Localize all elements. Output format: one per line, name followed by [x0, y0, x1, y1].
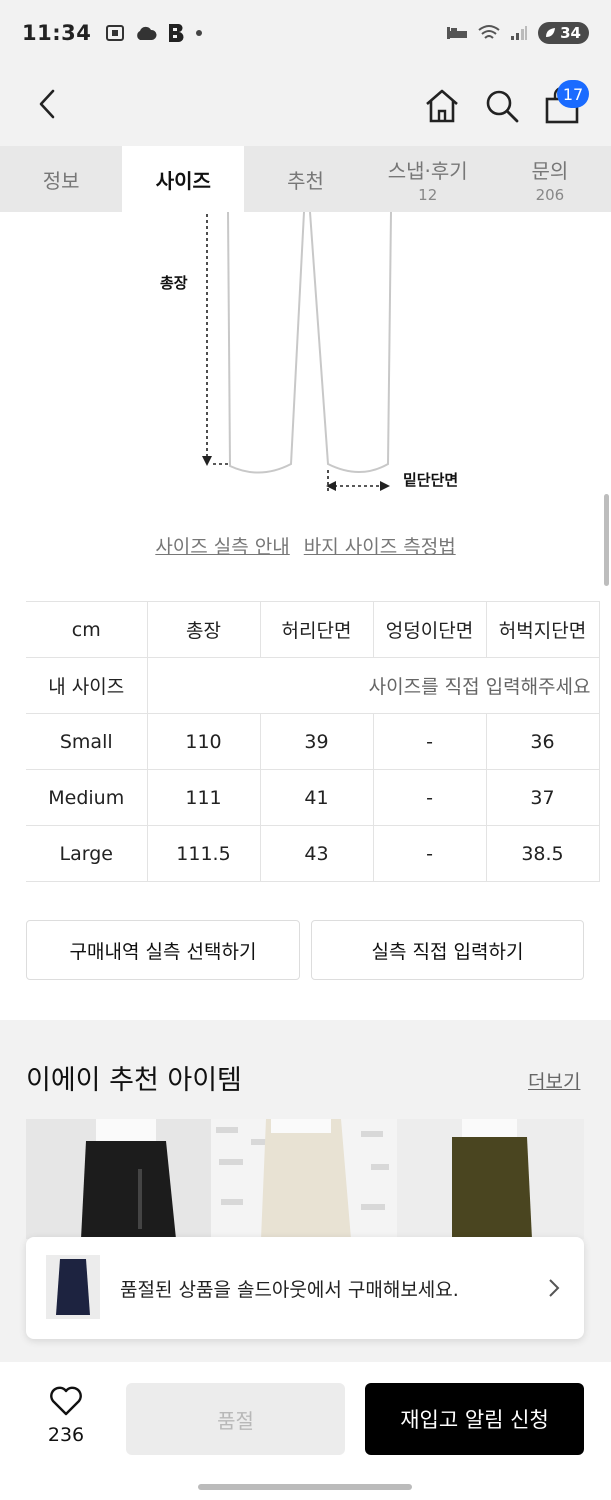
restock-alert-button[interactable]: 재입고 알림 신청 — [365, 1383, 584, 1455]
product-tabs: 정보 사이즈 추천 스냅·후기 12 문의 206 — [0, 146, 611, 212]
tab-snap-review[interactable]: 스냅·후기 12 — [367, 146, 489, 212]
tab-info[interactable]: 정보 — [0, 146, 122, 212]
table-row: Medium 111 41 - 37 — [26, 769, 600, 826]
b-app-icon — [169, 23, 184, 43]
tab-label: 추천 — [287, 168, 324, 193]
table-cell: - — [373, 769, 487, 826]
size-guide-links: 사이즈 실측 안내 바지 사이즈 측정법 — [0, 532, 611, 559]
chevron-right-icon — [549, 1279, 560, 1297]
table-cell: - — [373, 713, 487, 770]
tab-label: 사이즈 — [155, 168, 211, 193]
size-table: cm 총장 허리단면 엉덩이단면 허벅지단면 내 사이즈 사이즈를 직접 입력해… — [26, 601, 600, 882]
table-header-row: cm 총장 허리단면 엉덩이단면 허벅지단면 — [26, 601, 600, 658]
hem-width-label: 밑단단면 — [403, 471, 459, 489]
table-header-cell: 허리단면 — [260, 601, 374, 658]
cloud-icon — [137, 26, 157, 40]
my-size-input[interactable]: 사이즈를 직접 입력해주세요 — [147, 657, 600, 714]
table-cell: 111.5 — [147, 825, 261, 882]
table-cell: 37 — [486, 769, 600, 826]
size-guide-link[interactable]: 사이즈 실측 안내 — [155, 532, 289, 559]
table-header-cell: 엉덩이단면 — [373, 601, 487, 658]
table-header-cell: 총장 — [147, 601, 261, 658]
tab-label: 정보 — [42, 168, 80, 193]
status-bar: 11:34 34 — [0, 0, 611, 66]
soldout-banner[interactable]: 품절된 상품을 솔드아웃에서 구매해보세요. — [26, 1237, 584, 1339]
table-cell: 36 — [486, 713, 600, 770]
home-indicator[interactable] — [198, 1484, 412, 1490]
soldout-button: 품절 — [126, 1383, 345, 1455]
wifi-icon — [478, 25, 500, 39]
leaf-icon — [546, 28, 556, 37]
select-purchase-history-button[interactable]: 구매내역 실측 선택하기 — [26, 920, 300, 980]
length-arrow — [206, 214, 228, 465]
app-header — [0, 66, 611, 146]
like-button[interactable]: 236 — [36, 1386, 96, 1446]
tab-inquiry[interactable]: 문의 206 — [489, 146, 611, 212]
product-thumbnail[interactable] — [397, 1119, 584, 1239]
heart-icon — [50, 1386, 82, 1416]
table-cell: 110 — [147, 713, 261, 770]
back-arrow-icon[interactable] — [30, 86, 66, 122]
status-system-icons: 34 — [446, 22, 589, 44]
my-size-label: 내 사이즈 — [26, 657, 148, 714]
right-leg-outline — [309, 212, 392, 473]
size-name-cell: Small — [26, 713, 148, 770]
signal-icon — [511, 26, 528, 40]
dot-icon — [196, 30, 203, 36]
soldout-banner-text: 품절된 상품을 솔드아웃에서 구매해보세요. — [120, 1279, 459, 1301]
tab-label: 스냅·후기 — [387, 158, 468, 183]
measure-method-link[interactable]: 바지 사이즈 측정법 — [304, 532, 456, 559]
length-label: 총장 — [160, 274, 188, 292]
product-thumbnail[interactable] — [211, 1119, 397, 1239]
left-leg-outline — [227, 212, 305, 474]
status-time: 11:34 — [22, 21, 92, 45]
table-header-cell: cm — [26, 601, 148, 658]
beige-pants-image — [216, 1119, 389, 1239]
table-header-cell: 허벅지단면 — [486, 601, 600, 658]
hem-width-arrow — [327, 470, 382, 492]
tab-recommend[interactable]: 추천 — [244, 146, 366, 212]
olive-pants-image — [452, 1119, 532, 1239]
table-cell: 39 — [260, 713, 374, 770]
size-name-cell: Medium — [26, 769, 148, 826]
search-icon[interactable] — [482, 86, 522, 126]
product-thumbnail[interactable] — [26, 1119, 211, 1239]
battery-level: 34 — [560, 24, 581, 42]
battery-indicator: 34 — [538, 22, 589, 44]
size-name-cell: Large — [26, 825, 148, 882]
direct-input-button[interactable]: 실측 직접 입력하기 — [311, 920, 584, 980]
table-cell: 38.5 — [486, 825, 600, 882]
table-cell: 43 — [260, 825, 374, 882]
table-cell: 41 — [260, 769, 374, 826]
more-link[interactable]: 더보기 — [528, 1067, 580, 1094]
my-size-row[interactable]: 내 사이즈 사이즈를 직접 입력해주세요 — [26, 657, 600, 714]
table-row: Large 111.5 43 - 38.5 — [26, 825, 600, 882]
tab-count: 12 — [418, 185, 438, 204]
tab-label: 문의 — [531, 158, 569, 183]
table-cell: 111 — [147, 769, 261, 826]
recommend-title: 이에이 추천 아이템 — [26, 1065, 242, 1096]
product-mini-thumbnail — [46, 1255, 100, 1319]
tab-size[interactable]: 사이즈 — [122, 146, 245, 212]
black-pants-image — [81, 1119, 176, 1239]
status-notification-icons — [105, 23, 203, 43]
pants-size-diagram — [202, 212, 392, 492]
home-icon[interactable] — [422, 86, 462, 126]
sleep-mode-icon — [447, 27, 468, 39]
table-cell: - — [373, 825, 487, 882]
table-row: Small 110 39 - 36 — [26, 713, 600, 770]
tab-count: 206 — [535, 185, 565, 204]
like-count: 236 — [47, 1424, 85, 1446]
screenshot-icon — [106, 25, 125, 41]
cart-count-badge: 17 — [557, 80, 589, 108]
